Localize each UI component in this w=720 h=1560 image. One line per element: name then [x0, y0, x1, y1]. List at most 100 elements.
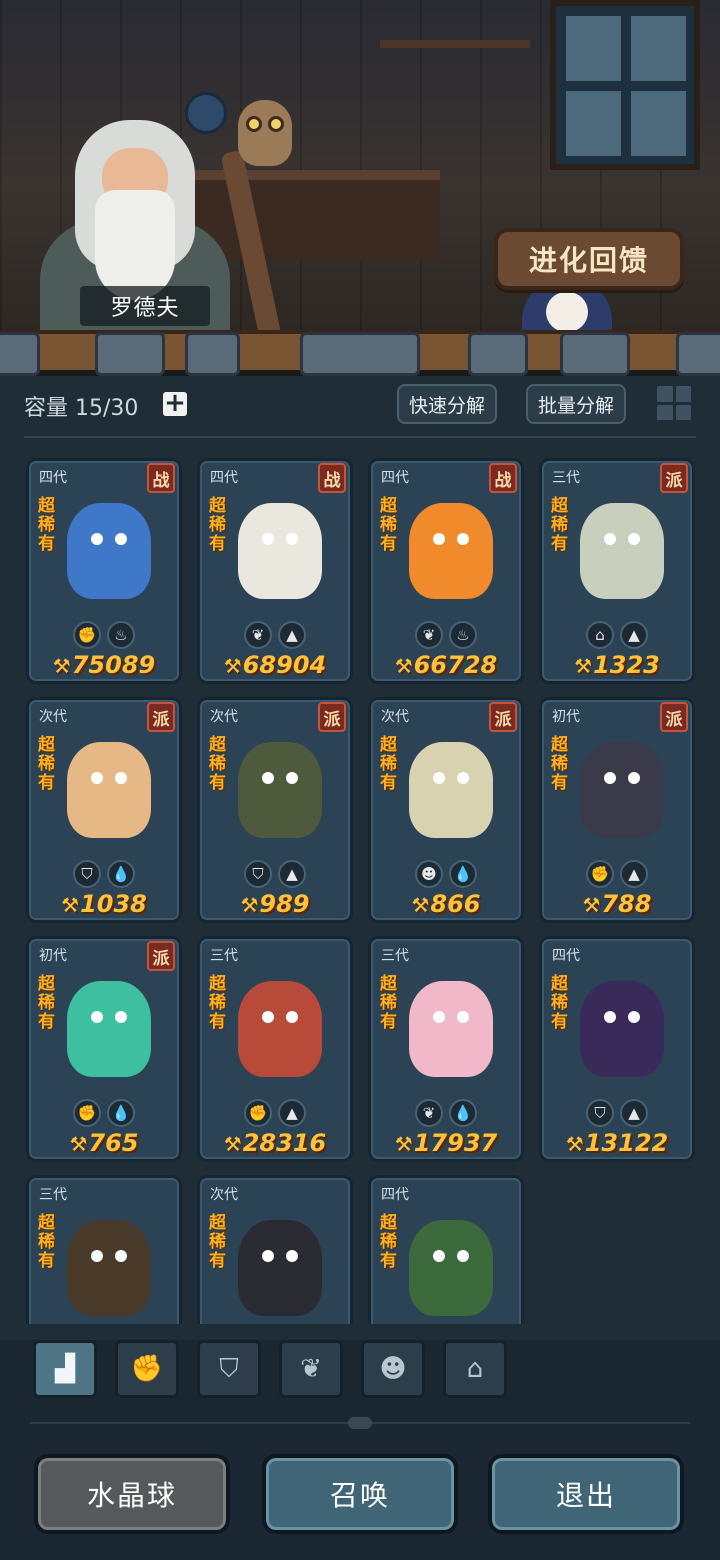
- sprout-icon: ❦: [244, 621, 272, 649]
- card-generation: 次代: [381, 709, 409, 725]
- filter-tab-fist-icon[interactable]: ✊: [115, 1340, 179, 1398]
- filter-bar: [0, 1340, 720, 1410]
- skill-icons: ⛉ ▲: [200, 860, 350, 888]
- creature-card[interactable]: 次代派超稀有 ☻ 💧 ⚒866: [368, 697, 524, 923]
- power-icon: ⚒: [69, 1132, 88, 1156]
- creature-card[interactable]: 次代 超稀有: [197, 1175, 353, 1324]
- tower-icon: ⌂: [466, 1354, 484, 1384]
- creature-card[interactable]: 初代派超稀有 ✊ 💧 ⚒765: [26, 936, 182, 1162]
- filter-tab-shield-icon[interactable]: ⛉: [197, 1340, 261, 1398]
- power-value: ⚒68904: [200, 651, 350, 679]
- rarity-label: 超稀有: [38, 496, 55, 554]
- card-generation: 四代: [39, 470, 67, 486]
- creature-card[interactable]: 次代派超稀有 ⛉ ▲ ⚒989: [197, 697, 353, 923]
- fist-icon: ✊: [130, 1354, 164, 1384]
- power-value: ⚒866: [371, 890, 521, 918]
- card-generation: 四代: [381, 1187, 409, 1203]
- creature-card[interactable]: 三代派超稀有 ⌂ ▲ ⚒1323: [539, 458, 695, 684]
- fist-icon: ✊: [73, 1099, 101, 1127]
- skill-icons: ❦ ▲: [200, 621, 350, 649]
- bookshelf: [380, 40, 530, 48]
- power-number: 765: [88, 1129, 139, 1157]
- power-value: ⚒75089: [29, 651, 179, 679]
- capacity-label: 容量 15/30: [24, 396, 139, 421]
- batch-decompose-button[interactable]: 批量分解: [526, 384, 626, 424]
- creature-card[interactable]: 初代派超稀有 ✊ ▲ ⚒788: [539, 697, 695, 923]
- creature-card[interactable]: 三代 超稀有 ✊ ▲ ⚒28316: [197, 936, 353, 1162]
- card-generation: 三代: [552, 470, 580, 486]
- power-value: ⚒1038: [29, 890, 179, 918]
- power-value: ⚒788: [542, 890, 692, 918]
- shield-icon: ⛉: [73, 860, 101, 888]
- quick-decompose-button[interactable]: 快速分解: [397, 384, 497, 424]
- rarity-label: 超稀有: [380, 974, 397, 1032]
- creature-card[interactable]: 四代 战超稀有 ✊ ♨ ⚒75089: [26, 458, 182, 684]
- skill-icons: ☻ 💧: [371, 860, 521, 888]
- creature-portrait: [409, 981, 493, 1077]
- creature-card[interactable]: 四代战超稀有 ❦ ♨ ⚒66728: [368, 458, 524, 684]
- rarity-label: 超稀有: [380, 735, 397, 793]
- power-icon: ⚒: [240, 893, 259, 917]
- filter-tab-all-icon[interactable]: ▟: [33, 1340, 97, 1398]
- app-root: 罗德夫 进化回馈 容量 15/30 + 快速分解 批量分解 四代战超稀有 ✊ ♨ ⚒7…: [0, 0, 720, 1560]
- grid-icon[interactable]: [655, 384, 693, 422]
- creature-card[interactable]: 四代 超稀有 ⛉ ▲ ⚒13122: [539, 936, 695, 1162]
- shield-icon: ⛉: [219, 1353, 239, 1384]
- power-number: 66728: [413, 651, 498, 679]
- creature-card[interactable]: 三代 超稀有: [26, 1175, 182, 1324]
- bottom-separator: [30, 1417, 690, 1429]
- fire-icon: ♨: [107, 621, 135, 649]
- creature-card-grid: 四代战超稀有 ✊ ♨ ⚒75089 四代战超稀有 ❦ ▲ ⚒68904 四代战超稀有 ❦ ♨ ⚒667…: [0, 452, 720, 1324]
- evolve-feedback-button[interactable]: 进化回馈: [494, 228, 684, 290]
- card-generation: 四代: [381, 470, 409, 486]
- creature-card[interactable]: 四代战超稀有 ❦ ▲ ⚒68904: [197, 458, 353, 684]
- rarity-label: 超稀有: [551, 974, 568, 1032]
- creature-portrait: [580, 503, 664, 599]
- rarity-label: 超稀有: [209, 1213, 226, 1271]
- filter-tab-sprout-icon[interactable]: ❦: [279, 1340, 343, 1398]
- skill-icons: ⌂ ▲: [542, 621, 692, 649]
- creature-portrait: [67, 503, 151, 599]
- creature-portrait: [409, 1220, 493, 1316]
- creature-card[interactable]: 次代派超稀有 ⛉ 💧 ⚒1038: [26, 697, 182, 923]
- filter-tab-alien-icon[interactable]: ☻: [361, 1340, 425, 1398]
- power-number: 989: [259, 890, 310, 918]
- power-value: ⚒989: [200, 890, 350, 918]
- power-value: ⚒13122: [542, 1129, 692, 1157]
- card-generation: 三代: [381, 948, 409, 964]
- power-icon: ⚒: [61, 893, 80, 917]
- creature-portrait: [238, 1220, 322, 1316]
- power-number: 788: [601, 890, 652, 918]
- power-icon: ⚒: [411, 893, 430, 917]
- summon-button[interactable]: 召唤: [262, 1454, 458, 1534]
- fire-icon: ♨: [449, 621, 477, 649]
- faction-badge: 战: [147, 463, 175, 493]
- rarity-label: 超稀有: [209, 735, 226, 793]
- filter-tab-tower-icon[interactable]: ⌂: [443, 1340, 507, 1398]
- all-icon: ▟: [55, 1354, 75, 1384]
- power-number: 1323: [593, 651, 660, 679]
- creature-portrait: [67, 1220, 151, 1316]
- faction-badge: 派: [318, 702, 346, 732]
- faction-badge: 战: [489, 463, 517, 493]
- creature-card[interactable]: 三代 超稀有 ❦ 💧 ⚒17937: [368, 936, 524, 1162]
- add-capacity-button[interactable]: +: [163, 390, 187, 416]
- earth-icon: ▲: [620, 1099, 648, 1127]
- earth-icon: ▲: [278, 621, 306, 649]
- creature-portrait: [67, 742, 151, 838]
- earth-icon: ▲: [278, 1099, 306, 1127]
- card-generation: 四代: [552, 948, 580, 964]
- rarity-label: 超稀有: [380, 496, 397, 554]
- exit-button[interactable]: 退出: [488, 1454, 684, 1534]
- faction-badge: 战: [318, 463, 346, 493]
- skill-icons: ✊ ♨: [29, 621, 179, 649]
- creature-card[interactable]: 四代 超稀有: [368, 1175, 524, 1324]
- power-value: ⚒28316: [200, 1129, 350, 1157]
- card-generation: 次代: [39, 709, 67, 725]
- creature-portrait: [238, 503, 322, 599]
- power-icon: ⚒: [223, 654, 242, 678]
- card-generation: 次代: [210, 1187, 238, 1203]
- power-icon: ⚒: [52, 654, 71, 678]
- crystal-ball-button[interactable]: 水晶球: [34, 1454, 230, 1534]
- faction-badge: 派: [660, 463, 688, 493]
